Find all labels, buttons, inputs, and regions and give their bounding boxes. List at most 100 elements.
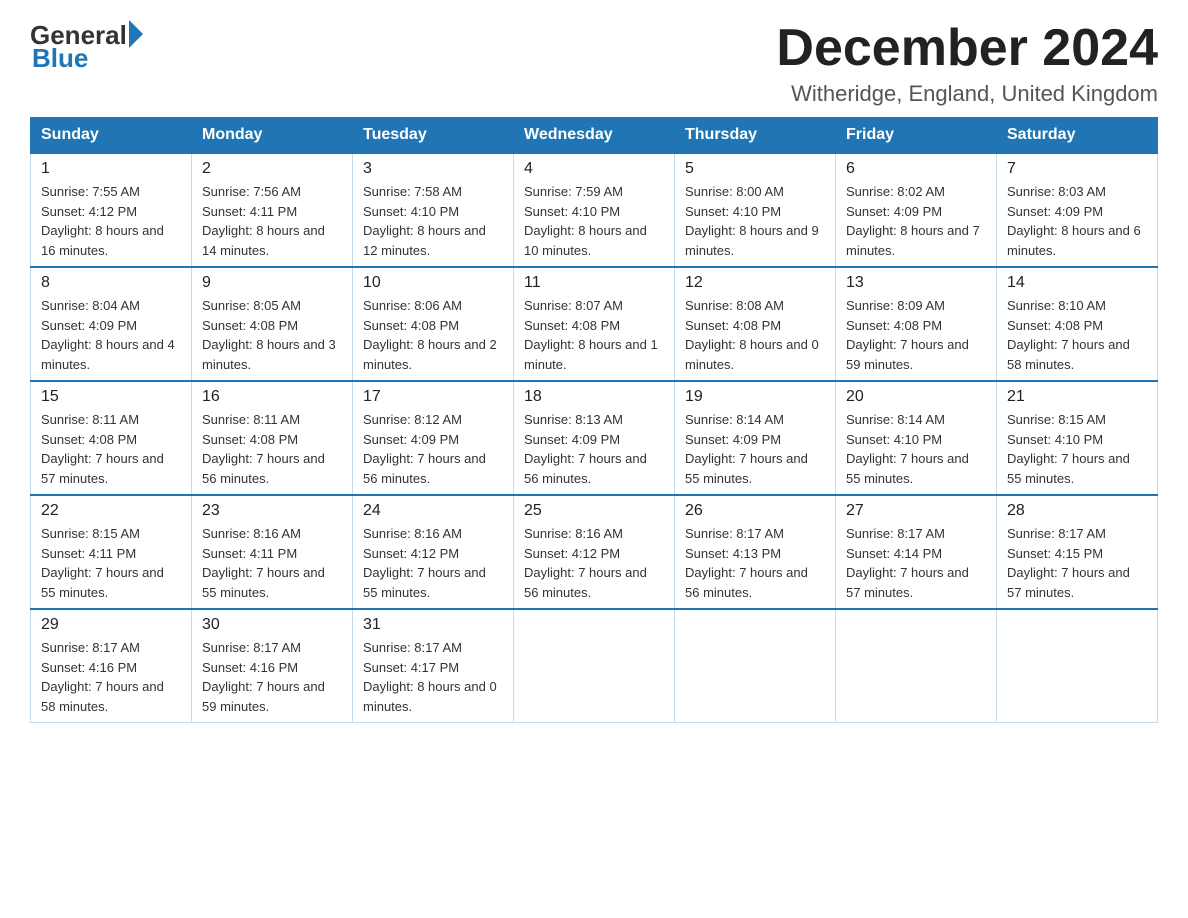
weekday-header-wednesday: Wednesday bbox=[514, 118, 675, 154]
day-number: 20 bbox=[846, 388, 986, 406]
day-number: 27 bbox=[846, 502, 986, 520]
day-info: Sunrise: 8:11 AM Sunset: 4:08 PM Dayligh… bbox=[41, 410, 181, 488]
calendar-cell: 26 Sunrise: 8:17 AM Sunset: 4:13 PM Dayl… bbox=[675, 495, 836, 609]
calendar-cell: 21 Sunrise: 8:15 AM Sunset: 4:10 PM Dayl… bbox=[997, 381, 1158, 495]
day-info: Sunrise: 8:12 AM Sunset: 4:09 PM Dayligh… bbox=[363, 410, 503, 488]
day-info: Sunrise: 8:17 AM Sunset: 4:13 PM Dayligh… bbox=[685, 524, 825, 602]
day-number: 14 bbox=[1007, 274, 1147, 292]
day-info: Sunrise: 8:17 AM Sunset: 4:16 PM Dayligh… bbox=[41, 638, 181, 716]
day-number: 21 bbox=[1007, 388, 1147, 406]
calendar-cell: 9 Sunrise: 8:05 AM Sunset: 4:08 PM Dayli… bbox=[192, 267, 353, 381]
calendar-header-row: SundayMondayTuesdayWednesdayThursdayFrid… bbox=[31, 118, 1158, 154]
day-number: 10 bbox=[363, 274, 503, 292]
calendar-cell: 3 Sunrise: 7:58 AM Sunset: 4:10 PM Dayli… bbox=[353, 153, 514, 267]
day-number: 23 bbox=[202, 502, 342, 520]
calendar-cell bbox=[675, 609, 836, 723]
day-info: Sunrise: 7:58 AM Sunset: 4:10 PM Dayligh… bbox=[363, 182, 503, 260]
weekday-header-saturday: Saturday bbox=[997, 118, 1158, 154]
day-number: 17 bbox=[363, 388, 503, 406]
day-number: 12 bbox=[685, 274, 825, 292]
day-info: Sunrise: 7:56 AM Sunset: 4:11 PM Dayligh… bbox=[202, 182, 342, 260]
day-info: Sunrise: 8:04 AM Sunset: 4:09 PM Dayligh… bbox=[41, 296, 181, 374]
day-info: Sunrise: 8:14 AM Sunset: 4:09 PM Dayligh… bbox=[685, 410, 825, 488]
location-text: Witheridge, England, United Kingdom bbox=[776, 81, 1158, 107]
calendar-cell: 16 Sunrise: 8:11 AM Sunset: 4:08 PM Dayl… bbox=[192, 381, 353, 495]
day-number: 19 bbox=[685, 388, 825, 406]
day-info: Sunrise: 8:02 AM Sunset: 4:09 PM Dayligh… bbox=[846, 182, 986, 260]
day-info: Sunrise: 8:15 AM Sunset: 4:11 PM Dayligh… bbox=[41, 524, 181, 602]
day-number: 2 bbox=[202, 160, 342, 178]
day-info: Sunrise: 8:07 AM Sunset: 4:08 PM Dayligh… bbox=[524, 296, 664, 374]
day-number: 1 bbox=[41, 160, 181, 178]
calendar-week-5: 29 Sunrise: 8:17 AM Sunset: 4:16 PM Dayl… bbox=[31, 609, 1158, 723]
calendar-cell: 27 Sunrise: 8:17 AM Sunset: 4:14 PM Dayl… bbox=[836, 495, 997, 609]
day-info: Sunrise: 8:17 AM Sunset: 4:16 PM Dayligh… bbox=[202, 638, 342, 716]
day-number: 9 bbox=[202, 274, 342, 292]
day-number: 7 bbox=[1007, 160, 1147, 178]
day-number: 22 bbox=[41, 502, 181, 520]
day-info: Sunrise: 8:16 AM Sunset: 4:11 PM Dayligh… bbox=[202, 524, 342, 602]
calendar-cell: 11 Sunrise: 8:07 AM Sunset: 4:08 PM Dayl… bbox=[514, 267, 675, 381]
day-info: Sunrise: 8:03 AM Sunset: 4:09 PM Dayligh… bbox=[1007, 182, 1147, 260]
weekday-header-sunday: Sunday bbox=[31, 118, 192, 154]
title-block: December 2024 Witheridge, England, Unite… bbox=[776, 20, 1158, 107]
calendar-cell: 24 Sunrise: 8:16 AM Sunset: 4:12 PM Dayl… bbox=[353, 495, 514, 609]
calendar-cell: 15 Sunrise: 8:11 AM Sunset: 4:08 PM Dayl… bbox=[31, 381, 192, 495]
weekday-header-tuesday: Tuesday bbox=[353, 118, 514, 154]
calendar-table: SundayMondayTuesdayWednesdayThursdayFrid… bbox=[30, 117, 1158, 723]
day-number: 18 bbox=[524, 388, 664, 406]
calendar-week-3: 15 Sunrise: 8:11 AM Sunset: 4:08 PM Dayl… bbox=[31, 381, 1158, 495]
calendar-week-1: 1 Sunrise: 7:55 AM Sunset: 4:12 PM Dayli… bbox=[31, 153, 1158, 267]
day-info: Sunrise: 8:16 AM Sunset: 4:12 PM Dayligh… bbox=[524, 524, 664, 602]
day-info: Sunrise: 8:10 AM Sunset: 4:08 PM Dayligh… bbox=[1007, 296, 1147, 374]
day-number: 30 bbox=[202, 616, 342, 634]
day-info: Sunrise: 8:16 AM Sunset: 4:12 PM Dayligh… bbox=[363, 524, 503, 602]
day-info: Sunrise: 8:06 AM Sunset: 4:08 PM Dayligh… bbox=[363, 296, 503, 374]
calendar-cell: 8 Sunrise: 8:04 AM Sunset: 4:09 PM Dayli… bbox=[31, 267, 192, 381]
day-number: 6 bbox=[846, 160, 986, 178]
day-number: 3 bbox=[363, 160, 503, 178]
day-info: Sunrise: 8:05 AM Sunset: 4:08 PM Dayligh… bbox=[202, 296, 342, 374]
day-info: Sunrise: 8:08 AM Sunset: 4:08 PM Dayligh… bbox=[685, 296, 825, 374]
weekday-header-thursday: Thursday bbox=[675, 118, 836, 154]
day-info: Sunrise: 8:09 AM Sunset: 4:08 PM Dayligh… bbox=[846, 296, 986, 374]
calendar-cell: 18 Sunrise: 8:13 AM Sunset: 4:09 PM Dayl… bbox=[514, 381, 675, 495]
day-number: 25 bbox=[524, 502, 664, 520]
day-number: 11 bbox=[524, 274, 664, 292]
day-number: 26 bbox=[685, 502, 825, 520]
calendar-cell: 20 Sunrise: 8:14 AM Sunset: 4:10 PM Dayl… bbox=[836, 381, 997, 495]
calendar-cell bbox=[514, 609, 675, 723]
day-info: Sunrise: 8:11 AM Sunset: 4:08 PM Dayligh… bbox=[202, 410, 342, 488]
calendar-cell: 2 Sunrise: 7:56 AM Sunset: 4:11 PM Dayli… bbox=[192, 153, 353, 267]
calendar-cell: 31 Sunrise: 8:17 AM Sunset: 4:17 PM Dayl… bbox=[353, 609, 514, 723]
logo-blue-text: Blue bbox=[32, 43, 88, 74]
calendar-cell: 30 Sunrise: 8:17 AM Sunset: 4:16 PM Dayl… bbox=[192, 609, 353, 723]
calendar-cell: 5 Sunrise: 8:00 AM Sunset: 4:10 PM Dayli… bbox=[675, 153, 836, 267]
day-info: Sunrise: 8:15 AM Sunset: 4:10 PM Dayligh… bbox=[1007, 410, 1147, 488]
page-header: General Blue December 2024 Witheridge, E… bbox=[30, 20, 1158, 107]
day-number: 28 bbox=[1007, 502, 1147, 520]
weekday-header-friday: Friday bbox=[836, 118, 997, 154]
day-info: Sunrise: 7:55 AM Sunset: 4:12 PM Dayligh… bbox=[41, 182, 181, 260]
calendar-cell: 6 Sunrise: 8:02 AM Sunset: 4:09 PM Dayli… bbox=[836, 153, 997, 267]
calendar-cell: 13 Sunrise: 8:09 AM Sunset: 4:08 PM Dayl… bbox=[836, 267, 997, 381]
day-info: Sunrise: 8:17 AM Sunset: 4:14 PM Dayligh… bbox=[846, 524, 986, 602]
day-number: 24 bbox=[363, 502, 503, 520]
day-number: 13 bbox=[846, 274, 986, 292]
day-info: Sunrise: 8:00 AM Sunset: 4:10 PM Dayligh… bbox=[685, 182, 825, 260]
day-info: Sunrise: 8:17 AM Sunset: 4:15 PM Dayligh… bbox=[1007, 524, 1147, 602]
day-number: 29 bbox=[41, 616, 181, 634]
weekday-header-monday: Monday bbox=[192, 118, 353, 154]
calendar-cell: 28 Sunrise: 8:17 AM Sunset: 4:15 PM Dayl… bbox=[997, 495, 1158, 609]
calendar-cell: 25 Sunrise: 8:16 AM Sunset: 4:12 PM Dayl… bbox=[514, 495, 675, 609]
day-number: 8 bbox=[41, 274, 181, 292]
day-info: Sunrise: 8:17 AM Sunset: 4:17 PM Dayligh… bbox=[363, 638, 503, 716]
calendar-cell: 19 Sunrise: 8:14 AM Sunset: 4:09 PM Dayl… bbox=[675, 381, 836, 495]
calendar-cell bbox=[836, 609, 997, 723]
day-number: 5 bbox=[685, 160, 825, 178]
calendar-cell: 22 Sunrise: 8:15 AM Sunset: 4:11 PM Dayl… bbox=[31, 495, 192, 609]
day-info: Sunrise: 8:13 AM Sunset: 4:09 PM Dayligh… bbox=[524, 410, 664, 488]
calendar-cell: 23 Sunrise: 8:16 AM Sunset: 4:11 PM Dayl… bbox=[192, 495, 353, 609]
logo: General Blue bbox=[30, 20, 143, 74]
calendar-cell bbox=[997, 609, 1158, 723]
